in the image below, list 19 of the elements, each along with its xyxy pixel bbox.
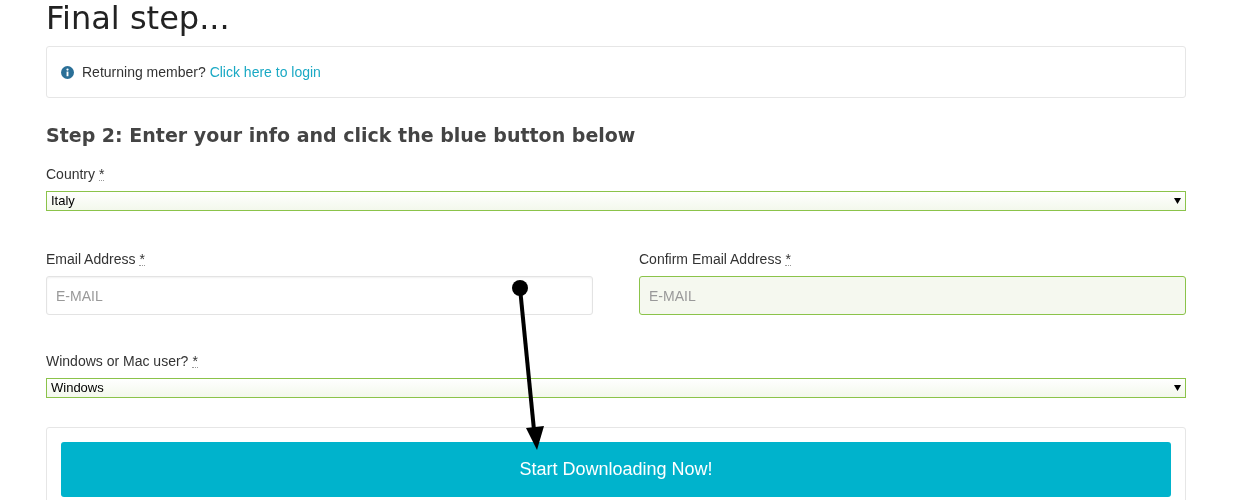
page-title: Final step...: [46, 0, 231, 38]
field-label: Confirm Email Address: [639, 250, 782, 269]
required-mark: *: [192, 355, 198, 368]
dropdown-caret-icon: [1174, 198, 1181, 204]
dropdown-caret-icon: [1174, 385, 1181, 391]
required-mark: *: [99, 168, 105, 181]
select-field[interactable]: Windows: [46, 378, 1186, 398]
select-value: Italy: [51, 192, 75, 211]
step-heading: Step 2: Enter your info and click the blue button below: [46, 123, 637, 148]
field-label: Country: [46, 165, 96, 184]
email-field[interactable]: E-MAIL: [639, 276, 1186, 315]
required-mark: *: [139, 253, 145, 266]
select-value: Windows: [51, 379, 104, 398]
notice-text: Returning member? Click here to login: [82, 62, 321, 82]
field-label: Email Address: [46, 250, 136, 269]
required-mark: *: [785, 253, 791, 266]
field-label: Windows or Mac user?: [46, 352, 189, 371]
select-field[interactable]: Italy: [46, 191, 1186, 211]
info-icon: [61, 65, 74, 79]
